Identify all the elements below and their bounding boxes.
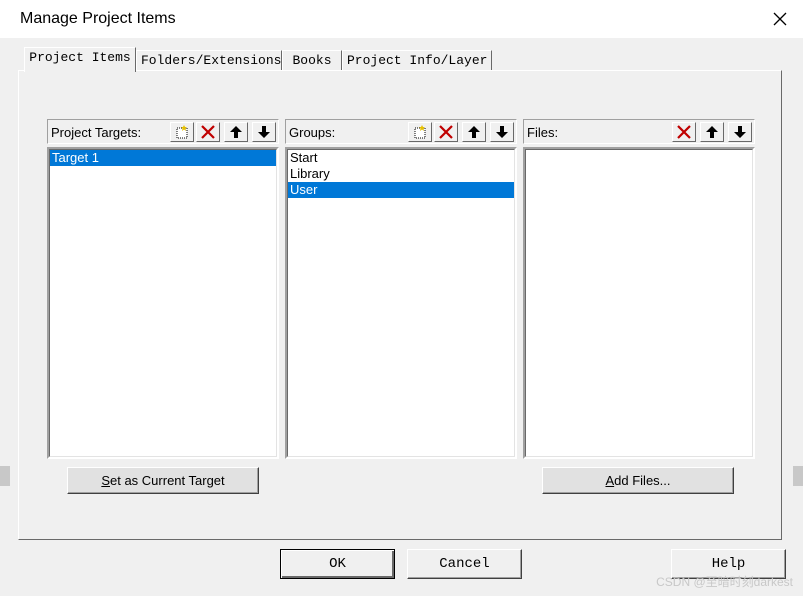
move-file-up-button[interactable] — [700, 122, 724, 142]
delete-icon — [201, 125, 215, 139]
files-panel: Files: — [523, 119, 755, 459]
move-up-icon — [706, 126, 718, 138]
tab-project-items[interactable]: Project Items — [24, 47, 136, 72]
help-button[interactable]: Help — [671, 549, 786, 579]
new-item-icon — [414, 125, 426, 139]
list-item[interactable]: Start — [288, 150, 514, 166]
move-down-icon — [496, 126, 508, 138]
new-group-button[interactable] — [408, 122, 432, 142]
list-item[interactable]: Library — [288, 166, 514, 182]
tab-label: Books — [292, 53, 332, 68]
button-label: Cancel — [439, 556, 490, 572]
delete-icon — [439, 125, 453, 139]
move-up-icon — [468, 126, 480, 138]
background-strip — [0, 466, 10, 486]
tab-folders-extensions[interactable]: Folders/Extensions — [136, 50, 282, 70]
tab-label: Folders/Extensions — [141, 53, 282, 68]
new-target-button[interactable] — [170, 122, 194, 142]
list-item[interactable]: User — [288, 182, 514, 198]
groups-list[interactable]: Start Library User — [285, 147, 517, 459]
new-item-icon — [176, 125, 188, 139]
move-down-icon — [734, 126, 746, 138]
project-targets-panel: Project Targets: Target 1 — [47, 119, 279, 459]
delete-group-button[interactable] — [434, 122, 458, 142]
panel-header: Files: — [523, 119, 755, 144]
set-current-target-button[interactable]: Set as Current Target — [67, 467, 259, 494]
tab-panel: Project Targets: Target 1 Groups: Start … — [18, 70, 782, 540]
project-targets-list[interactable]: Target 1 — [47, 147, 279, 459]
button-mnemonic: A — [605, 473, 615, 488]
move-file-down-button[interactable] — [728, 122, 752, 142]
ok-button[interactable]: OK — [280, 549, 395, 579]
panel-header: Project Targets: — [47, 119, 279, 144]
delete-icon — [677, 125, 691, 139]
cancel-button[interactable]: Cancel — [407, 549, 522, 579]
title-bar: Manage Project Items — [0, 0, 803, 38]
background-strip — [793, 466, 803, 486]
move-up-icon — [230, 126, 242, 138]
tab-label: Project Info/Layer — [347, 53, 488, 68]
tab-label: Project Items — [29, 50, 131, 65]
files-label: Files: — [527, 125, 559, 140]
groups-label: Groups: — [289, 125, 336, 140]
files-list[interactable] — [523, 147, 755, 459]
button-label: et as Current Target — [110, 473, 225, 488]
button-label: OK — [329, 556, 346, 572]
button-label: dd Files... — [614, 473, 671, 488]
delete-file-button[interactable] — [672, 122, 696, 142]
list-item[interactable]: Target 1 — [50, 150, 276, 166]
move-target-up-button[interactable] — [224, 122, 248, 142]
move-target-down-button[interactable] — [252, 122, 276, 142]
button-label: Help — [711, 556, 746, 572]
panel-header: Groups: — [285, 119, 517, 144]
close-icon — [773, 12, 787, 26]
tab-books[interactable]: Books — [282, 50, 342, 70]
groups-panel: Groups: Start Library User — [285, 119, 517, 459]
tab-project-info-layer[interactable]: Project Info/Layer — [342, 50, 492, 70]
move-group-down-button[interactable] — [490, 122, 514, 142]
window-title: Manage Project Items — [20, 10, 176, 27]
move-down-icon — [258, 126, 270, 138]
delete-target-button[interactable] — [196, 122, 220, 142]
close-button[interactable] — [757, 0, 803, 38]
add-files-button[interactable]: Add Files... — [542, 467, 734, 494]
project-targets-label: Project Targets: — [51, 125, 142, 140]
move-group-up-button[interactable] — [462, 122, 486, 142]
button-mnemonic: S — [101, 473, 110, 488]
